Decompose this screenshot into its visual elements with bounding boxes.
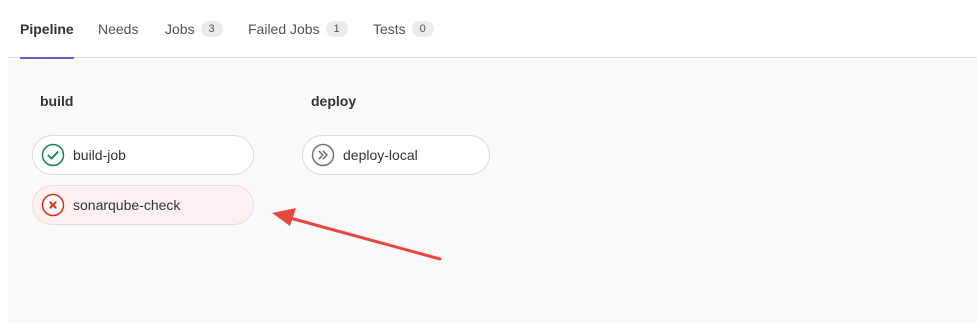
count-badge: 3 [200,21,223,37]
count-badge: 1 [325,21,348,37]
job-deploy-local[interactable]: deploy-local [302,135,490,175]
skipped-circle-icon [311,143,335,167]
tab-jobs[interactable]: Jobs 3 [165,0,223,58]
job-name: build-job [73,147,126,163]
check-circle-icon [41,143,65,167]
job-sonarqube-check[interactable]: sonarqube-check [32,185,254,225]
count-badge: 0 [411,21,434,37]
pipeline-graph: build deploy build-job sonarqube-check d… [8,59,977,323]
pipeline-tabs: Pipeline Needs Jobs 3 Failed Jobs 1 Test… [8,0,977,59]
stage-title-deploy: deploy [311,93,357,109]
stage-title-build: build [40,93,74,109]
tab-label: Failed Jobs [248,21,320,37]
tab-label: Needs [98,21,139,37]
x-circle-icon [41,193,65,217]
tab-pipeline[interactable]: Pipeline [20,0,74,59]
tab-label: Jobs [165,21,195,37]
tab-needs[interactable]: Needs [98,0,138,58]
tab-label: Tests [373,21,406,37]
tab-failed-jobs[interactable]: Failed Jobs 1 [248,0,348,58]
tab-tests[interactable]: Tests 0 [373,0,434,58]
tab-label: Pipeline [20,21,74,37]
job-build-job[interactable]: build-job [32,135,254,175]
job-name: deploy-local [343,147,418,163]
job-name: sonarqube-check [73,197,181,213]
